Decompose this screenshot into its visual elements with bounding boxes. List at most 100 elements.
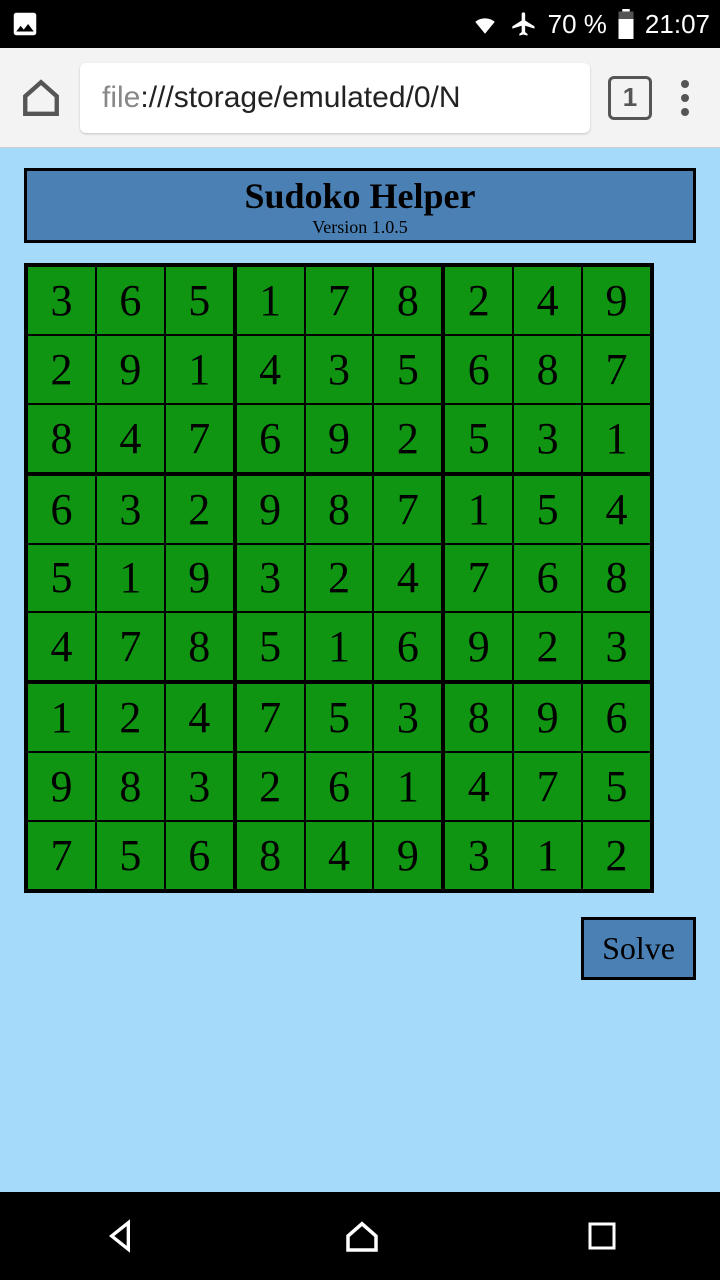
sudoku-cell[interactable]: 1 bbox=[97, 545, 164, 612]
sudoku-cell[interactable]: 5 bbox=[583, 753, 650, 820]
sudoku-cell[interactable]: 7 bbox=[374, 476, 441, 543]
sudoku-cell[interactable]: 9 bbox=[166, 545, 233, 612]
back-icon[interactable] bbox=[100, 1216, 140, 1256]
sudoku-cell[interactable]: 2 bbox=[237, 753, 304, 820]
sudoku-cell[interactable]: 5 bbox=[306, 684, 373, 751]
sudoku-cell[interactable]: 1 bbox=[166, 336, 233, 403]
sudoku-cell[interactable]: 1 bbox=[306, 613, 373, 680]
sudoku-box: 753 261 849 bbox=[237, 684, 442, 889]
sudoku-cell[interactable]: 4 bbox=[97, 405, 164, 472]
sudoku-cell[interactable]: 9 bbox=[514, 684, 581, 751]
sudoku-cell[interactable]: 6 bbox=[237, 405, 304, 472]
sudoku-cell[interactable]: 8 bbox=[445, 684, 512, 751]
sudoku-cell[interactable]: 5 bbox=[374, 336, 441, 403]
sudoku-cell[interactable]: 7 bbox=[97, 613, 164, 680]
sudoku-cell[interactable]: 8 bbox=[514, 336, 581, 403]
sudoku-cell[interactable]: 6 bbox=[97, 267, 164, 334]
sudoku-cell[interactable]: 3 bbox=[97, 476, 164, 543]
sudoku-cell[interactable]: 9 bbox=[374, 822, 441, 889]
sudoku-grid: 3652918471784356922496875316325194789873… bbox=[24, 263, 654, 893]
sudoku-cell[interactable]: 4 bbox=[445, 753, 512, 820]
sudoku-cell[interactable]: 4 bbox=[237, 336, 304, 403]
sudoku-cell[interactable]: 7 bbox=[514, 753, 581, 820]
sudoku-cell[interactable]: 5 bbox=[514, 476, 581, 543]
sudoku-cell[interactable]: 8 bbox=[97, 753, 164, 820]
android-status-bar: 70 % 21:07 bbox=[0, 0, 720, 48]
sudoku-cell[interactable]: 4 bbox=[306, 822, 373, 889]
sudoku-cell[interactable]: 4 bbox=[166, 684, 233, 751]
sudoku-cell[interactable]: 2 bbox=[445, 267, 512, 334]
sudoku-cell[interactable]: 7 bbox=[237, 684, 304, 751]
sudoku-cell[interactable]: 8 bbox=[28, 405, 95, 472]
app-title-box: Sudoko Helper Version 1.0.5 bbox=[24, 168, 696, 243]
sudoku-cell[interactable]: 2 bbox=[583, 822, 650, 889]
sudoku-cell[interactable]: 4 bbox=[514, 267, 581, 334]
sudoku-cell[interactable]: 4 bbox=[583, 476, 650, 543]
sudoku-cell[interactable]: 3 bbox=[306, 336, 373, 403]
sudoku-cell[interactable]: 2 bbox=[28, 336, 95, 403]
sudoku-cell[interactable]: 9 bbox=[445, 613, 512, 680]
sudoku-cell[interactable]: 6 bbox=[306, 753, 373, 820]
sudoku-cell[interactable]: 5 bbox=[28, 545, 95, 612]
sudoku-cell[interactable]: 2 bbox=[374, 405, 441, 472]
recent-apps-icon[interactable] bbox=[584, 1218, 620, 1254]
sudoku-cell[interactable]: 2 bbox=[97, 684, 164, 751]
sudoku-cell[interactable]: 6 bbox=[166, 822, 233, 889]
sudoku-cell[interactable]: 1 bbox=[237, 267, 304, 334]
tab-count-value: 1 bbox=[623, 82, 637, 113]
sudoku-cell[interactable]: 9 bbox=[28, 753, 95, 820]
sudoku-cell[interactable]: 2 bbox=[306, 545, 373, 612]
sudoku-cell[interactable]: 5 bbox=[237, 613, 304, 680]
app-title: Sudoko Helper bbox=[27, 175, 693, 217]
sudoku-cell[interactable]: 8 bbox=[306, 476, 373, 543]
sudoku-cell[interactable]: 7 bbox=[166, 405, 233, 472]
sudoku-cell[interactable]: 8 bbox=[237, 822, 304, 889]
home-icon[interactable] bbox=[20, 77, 62, 119]
sudoku-cell[interactable]: 6 bbox=[445, 336, 512, 403]
sudoku-cell[interactable]: 5 bbox=[97, 822, 164, 889]
sudoku-cell[interactable]: 7 bbox=[583, 336, 650, 403]
sudoku-cell[interactable]: 9 bbox=[237, 476, 304, 543]
home-nav-icon[interactable] bbox=[341, 1215, 383, 1257]
sudoku-cell[interactable]: 6 bbox=[374, 613, 441, 680]
sudoku-cell[interactable]: 1 bbox=[445, 476, 512, 543]
sudoku-cell[interactable]: 9 bbox=[97, 336, 164, 403]
sudoku-cell[interactable]: 7 bbox=[306, 267, 373, 334]
url-bar[interactable]: file:///storage/emulated/0/N bbox=[80, 63, 590, 133]
sudoku-cell[interactable]: 3 bbox=[166, 753, 233, 820]
sudoku-cell[interactable]: 6 bbox=[583, 684, 650, 751]
sudoku-cell[interactable]: 1 bbox=[374, 753, 441, 820]
sudoku-cell[interactable]: 9 bbox=[306, 405, 373, 472]
sudoku-cell[interactable]: 6 bbox=[28, 476, 95, 543]
sudoku-cell[interactable]: 9 bbox=[583, 267, 650, 334]
sudoku-cell[interactable]: 8 bbox=[374, 267, 441, 334]
sudoku-cell[interactable]: 3 bbox=[583, 613, 650, 680]
app-version: Version 1.0.5 bbox=[27, 217, 693, 238]
sudoku-box: 632 519 478 bbox=[28, 476, 233, 681]
sudoku-cell[interactable]: 7 bbox=[28, 822, 95, 889]
sudoku-cell[interactable]: 3 bbox=[445, 822, 512, 889]
sudoku-box: 124 983 756 bbox=[28, 684, 233, 889]
sudoku-cell[interactable]: 5 bbox=[166, 267, 233, 334]
sudoku-cell[interactable]: 1 bbox=[514, 822, 581, 889]
sudoku-cell[interactable]: 3 bbox=[237, 545, 304, 612]
sudoku-cell[interactable]: 2 bbox=[166, 476, 233, 543]
sudoku-cell[interactable]: 4 bbox=[28, 613, 95, 680]
tab-count-button[interactable]: 1 bbox=[608, 76, 652, 120]
battery-percent: 70 % bbox=[548, 9, 607, 40]
sudoku-cell[interactable]: 8 bbox=[583, 545, 650, 612]
sudoku-cell[interactable]: 3 bbox=[28, 267, 95, 334]
more-menu-icon[interactable] bbox=[670, 80, 700, 116]
sudoku-cell[interactable]: 4 bbox=[374, 545, 441, 612]
sudoku-cell[interactable]: 6 bbox=[514, 545, 581, 612]
sudoku-cell[interactable]: 1 bbox=[583, 405, 650, 472]
sudoku-cell[interactable]: 3 bbox=[374, 684, 441, 751]
battery-icon bbox=[617, 9, 635, 39]
sudoku-cell[interactable]: 5 bbox=[445, 405, 512, 472]
sudoku-cell[interactable]: 7 bbox=[445, 545, 512, 612]
sudoku-cell[interactable]: 1 bbox=[28, 684, 95, 751]
sudoku-cell[interactable]: 3 bbox=[514, 405, 581, 472]
sudoku-cell[interactable]: 8 bbox=[166, 613, 233, 680]
sudoku-cell[interactable]: 2 bbox=[514, 613, 581, 680]
solve-button[interactable]: Solve bbox=[581, 917, 696, 980]
